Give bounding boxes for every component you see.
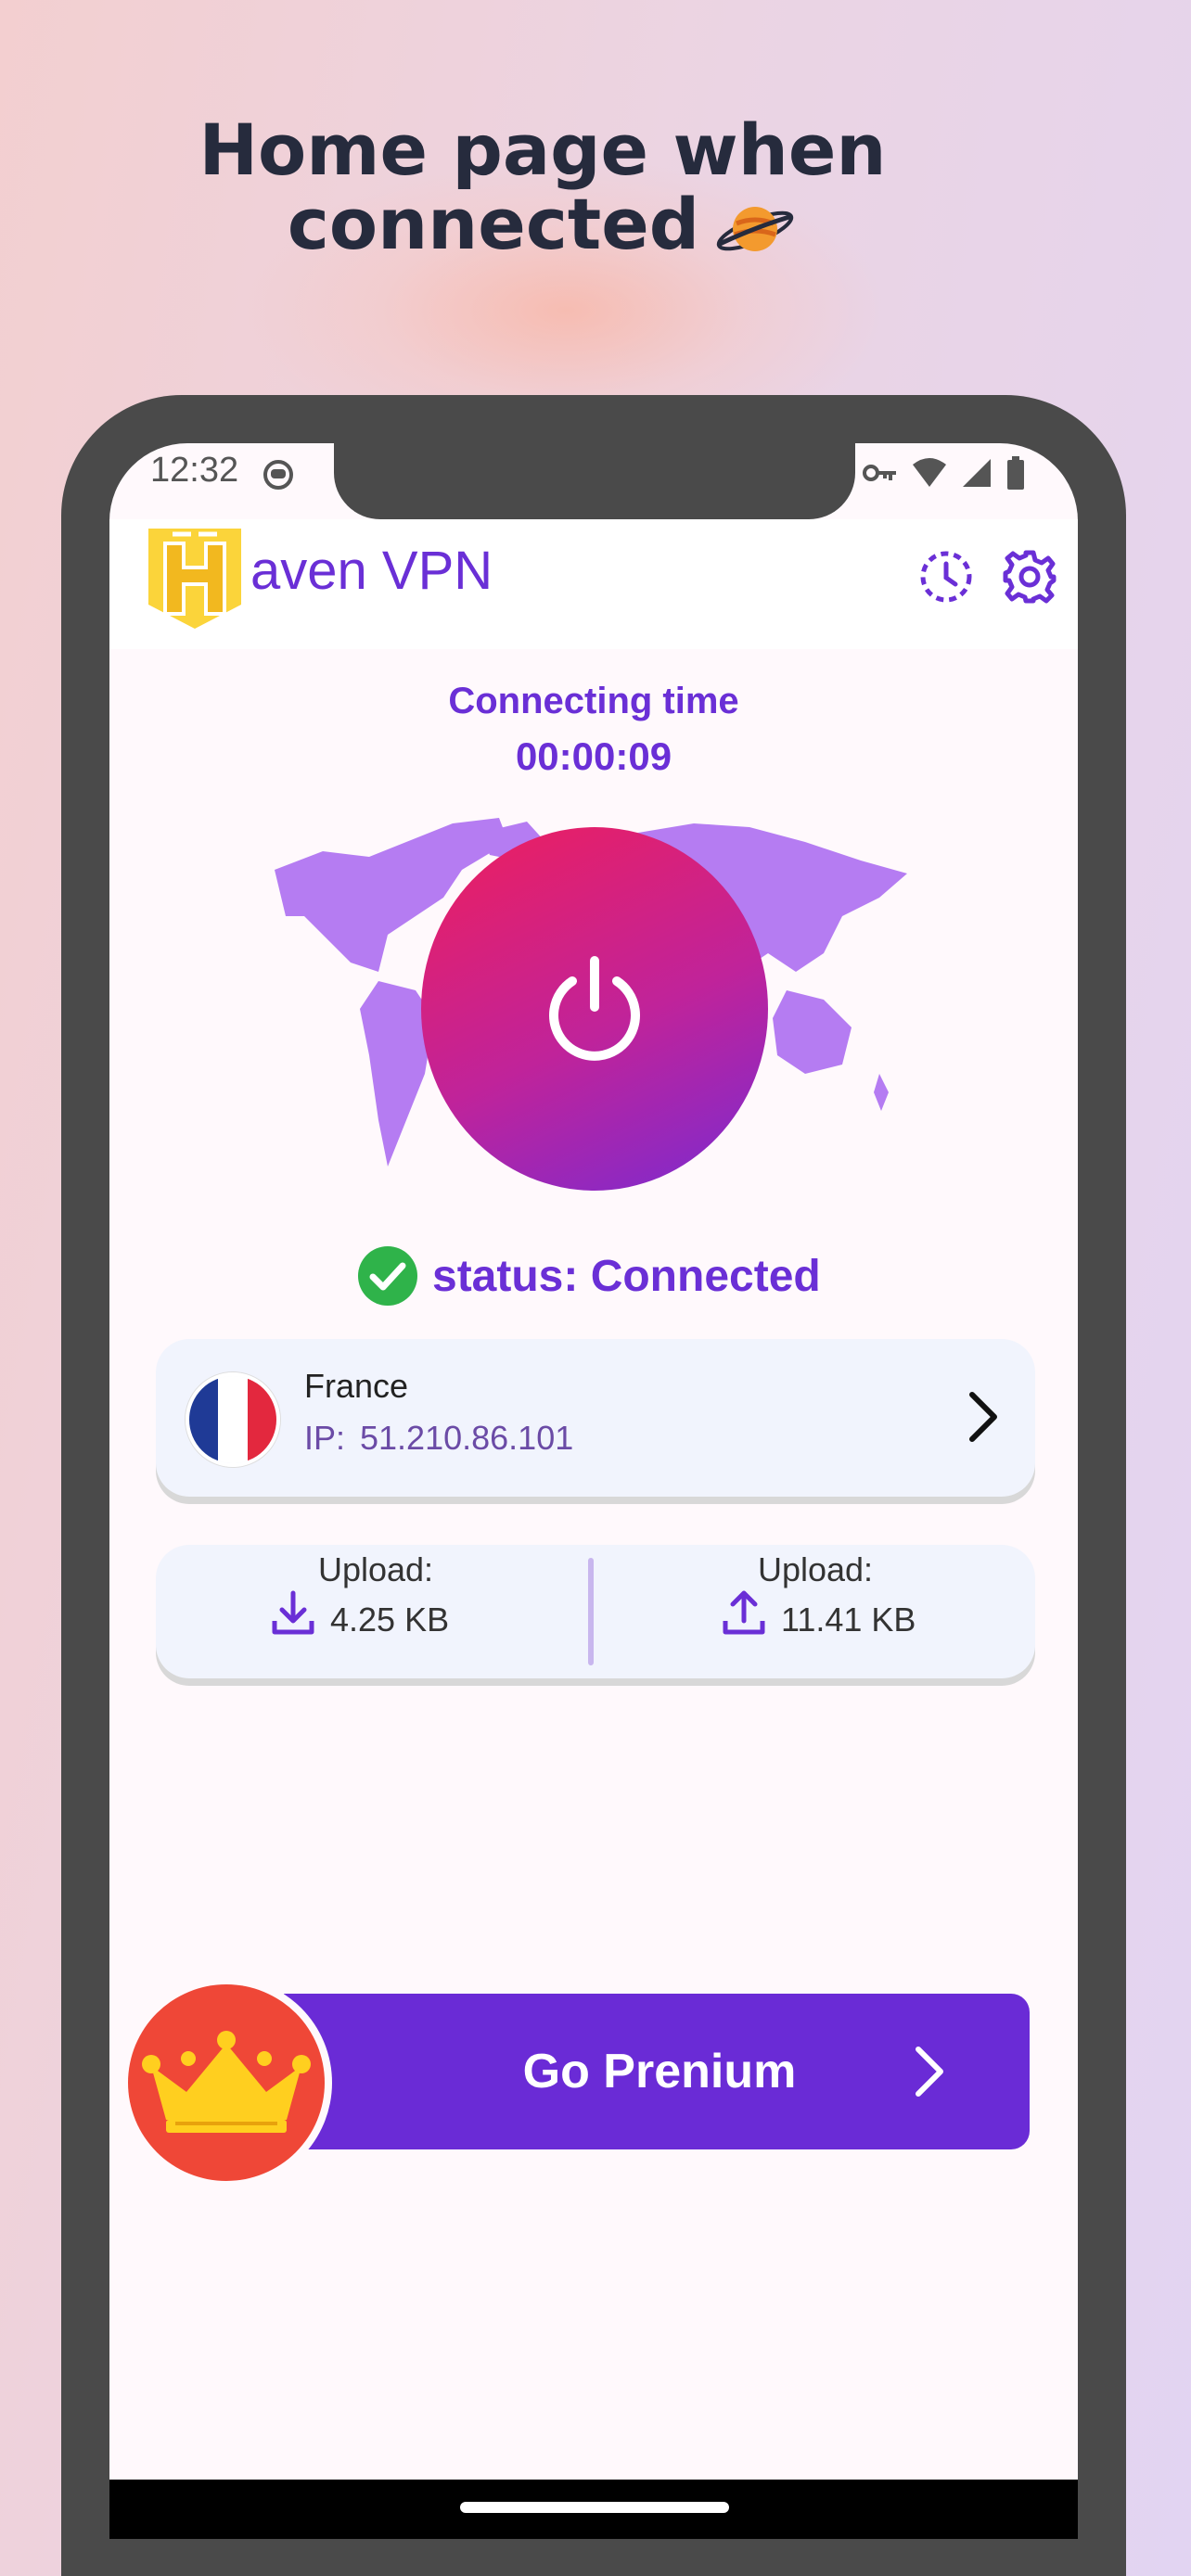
download-icon	[272, 1590, 314, 1635]
upload-value: 11.41 KB	[781, 1600, 916, 1639]
ip-value: 51.210.86.101	[360, 1419, 574, 1457]
power-button[interactable]	[421, 827, 768, 1191]
gesture-bar	[109, 2480, 1078, 2539]
headline-line-2: connected	[287, 183, 700, 265]
premium-chevron-icon	[916, 2047, 943, 2097]
download-value: 4.25 KB	[330, 1600, 450, 1639]
connecting-time-label: Connecting time	[448, 681, 739, 721]
crown-icon	[142, 2031, 311, 2133]
chevron-right-icon[interactable]	[967, 1391, 1000, 1443]
upload-icon	[723, 1590, 765, 1635]
status-text: status: Connected	[432, 1251, 821, 1301]
key-icon	[863, 465, 896, 481]
upload-label: Upload:	[757, 1550, 874, 1588]
app-screen: 12:32 aven VPN Connecting time 00:00:09 …	[109, 443, 1078, 2539]
haven-logo-icon[interactable]	[145, 525, 245, 631]
signal-icon	[963, 459, 991, 487]
ip-prefix: IP:	[304, 1419, 346, 1457]
status-time: 12:32	[150, 451, 239, 490]
go-premium-button[interactable]: Go Prenium	[284, 1994, 1030, 2149]
premium-label: Go Prenium	[522, 2045, 797, 2098]
history-icon[interactable]	[918, 549, 974, 605]
crown-badge[interactable]	[128, 1984, 325, 2181]
status-icons	[863, 456, 1026, 490]
promo-headline: Home page when connected	[0, 113, 1085, 261]
france-flag-icon	[186, 1372, 280, 1467]
power-icon	[549, 956, 640, 1061]
traffic-card: Upload: 4.25 KB Upload: 11.41 KB	[156, 1545, 1035, 1678]
wifi-icon	[913, 458, 946, 487]
check-circle-icon	[358, 1246, 417, 1306]
gear-icon[interactable]	[1002, 549, 1057, 605]
traffic-divider	[588, 1558, 594, 1665]
upload-stat: Upload: 11.41 KB	[596, 1545, 1035, 1678]
server-card[interactable]: France IP: 51.210.86.101	[156, 1339, 1035, 1497]
download-label: Upload:	[317, 1550, 434, 1588]
planet-icon	[716, 207, 794, 251]
camera-notch	[334, 443, 855, 519]
battery-icon	[1007, 456, 1024, 490]
server-ip: IP: 51.210.86.101	[304, 1419, 573, 1458]
country-name: France	[304, 1367, 409, 1405]
headline-line-1: Home page when	[198, 108, 887, 191]
android-icon	[263, 460, 293, 490]
connecting-time-value: 00:00:09	[515, 734, 672, 778]
connection-status: status: Connected	[356, 1244, 821, 1307]
home-indicator[interactable]	[460, 2502, 729, 2513]
download-stat: Upload: 4.25 KB	[156, 1545, 596, 1678]
brand-name: aven VPN	[250, 541, 493, 601]
